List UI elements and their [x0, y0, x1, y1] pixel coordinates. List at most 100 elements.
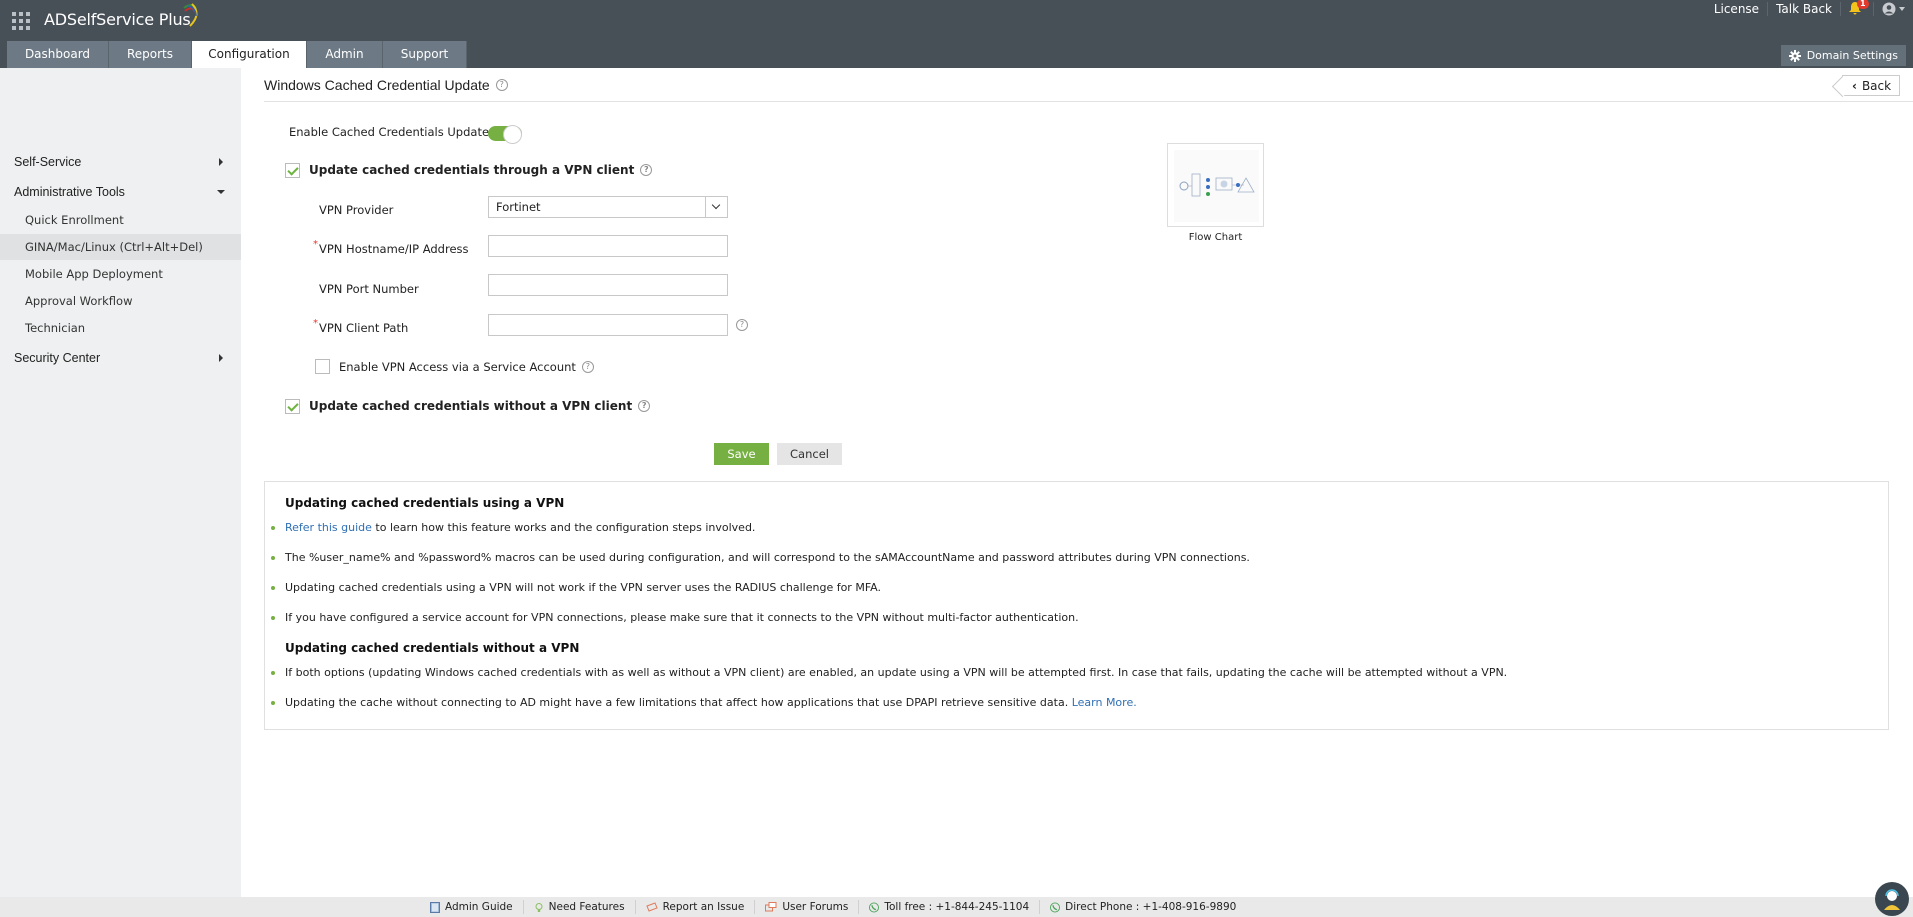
cancel-button[interactable]: Cancel: [777, 443, 842, 465]
sidebar-item-label: GINA/Mac/Linux (Ctrl+Alt+Del): [25, 240, 203, 254]
license-link[interactable]: License: [1706, 2, 1769, 16]
footer-direct-phone: Direct Phone : +1-408-916-9890: [1040, 900, 1246, 914]
sidebar-item-label: Approval Workflow: [25, 294, 133, 308]
help-icon[interactable]: ?: [638, 400, 651, 412]
tab-dashboard[interactable]: Dashboard: [7, 41, 109, 68]
help-icon[interactable]: ?: [640, 164, 653, 176]
save-button[interactable]: Save: [714, 443, 769, 465]
info-item-text: Updating the cache without connecting to…: [285, 696, 1072, 709]
sidebar-item-label: Administrative Tools: [14, 185, 125, 199]
info-item: Refer this guide to learn how this featu…: [270, 521, 756, 534]
help-icon[interactable]: ?: [581, 361, 594, 373]
info-heading-no-vpn: Updating cached credentials without a VP…: [285, 641, 580, 655]
tab-admin[interactable]: Admin: [307, 41, 383, 68]
service-account-label: Enable VPN Access via a Service Account: [339, 360, 576, 374]
notification-badge: 1: [1857, 0, 1869, 9]
forum-icon: [765, 901, 777, 911]
footer-item-label: Report an Issue: [662, 901, 745, 913]
support-chat-button[interactable]: [1875, 882, 1909, 916]
service-account-checkbox[interactable]: [315, 359, 330, 374]
footer-item-label: Direct Phone : +1-408-916-9890: [1065, 901, 1237, 913]
domain-settings-button[interactable]: Domain Settings: [1780, 45, 1906, 66]
book-icon: [430, 901, 440, 913]
vpn-client-label: Update cached credentials through a VPN …: [309, 163, 635, 177]
footer-user-forums[interactable]: User Forums: [755, 900, 860, 914]
user-menu[interactable]: [1874, 2, 1913, 16]
vpn-client-path-label: * VPN Client Path: [313, 318, 409, 335]
sidebar-item-mobile-app-deployment[interactable]: Mobile App Deployment: [0, 261, 241, 287]
enable-cached-credentials-label: Enable Cached Credentials Update: [289, 125, 490, 139]
info-item: If both options (updating Windows cached…: [270, 666, 1508, 679]
vpn-port-input[interactable]: [488, 274, 728, 296]
tab-reports[interactable]: Reports: [109, 41, 192, 68]
sidebar-item-label: Technician: [25, 321, 86, 335]
vpn-hostname-label-text: VPN Hostname/IP Address: [319, 242, 469, 256]
app-grid-icon[interactable]: [12, 12, 30, 30]
flow-chart-caption: Flow Chart: [1188, 232, 1243, 243]
vpn-client-path-input[interactable]: [488, 314, 728, 336]
no-vpn-client-checkbox[interactable]: [285, 399, 300, 414]
chevron-down-icon: [217, 190, 225, 194]
caret-down-icon: [1899, 7, 1905, 11]
info-item: Updating the cache without connecting to…: [271, 696, 1137, 709]
sidebar-item-quick-enrollment[interactable]: Quick Enrollment: [0, 207, 241, 233]
footer-report-issue[interactable]: Report an Issue: [636, 900, 756, 914]
tab-support[interactable]: Support: [383, 41, 467, 68]
vpn-client-checkbox[interactable]: [285, 163, 300, 178]
sidebar-item-security-center[interactable]: Security Center: [0, 345, 241, 371]
page-title: Windows Cached Credential Update ?: [264, 77, 508, 93]
vpn-provider-value: Fortinet: [496, 200, 541, 214]
info-item: If you have configured a service account…: [271, 611, 1079, 624]
flow-chart-diagram-icon: [1179, 173, 1255, 197]
info-item: Updating cached credentials using a VPN …: [271, 581, 881, 594]
sidebar-item-administrative-tools[interactable]: Administrative Tools: [0, 179, 241, 205]
main-tabs: Dashboard Reports Configuration Admin Su…: [7, 41, 467, 68]
vpn-hostname-input[interactable]: [488, 235, 728, 257]
bell-icon: 1: [1849, 0, 1869, 16]
info-item-text: to learn how this feature works and the …: [371, 521, 756, 534]
info-panel: Updating cached credentials using a VPN …: [264, 481, 1889, 730]
footer-need-features[interactable]: Need Features: [524, 900, 636, 914]
sidebar-item-label: Security Center: [14, 351, 101, 365]
footer-item-label: Admin Guide: [445, 901, 513, 913]
top-header: ADSelfService Plus License Talk Back 1 D…: [0, 0, 1913, 68]
notifications-button[interactable]: 1: [1841, 0, 1874, 16]
info-heading-vpn: Updating cached credentials using a VPN: [285, 496, 565, 510]
footer-admin-guide[interactable]: Admin Guide: [420, 900, 524, 914]
title-divider: [264, 101, 1913, 102]
sidebar-item-label: Mobile App Deployment: [25, 267, 163, 281]
flow-chart-thumbnail[interactable]: [1167, 143, 1264, 227]
gear-icon: [1788, 49, 1801, 62]
domain-settings-label: Domain Settings: [1806, 49, 1898, 62]
back-button[interactable]: ‹ Back: [1842, 75, 1901, 96]
refer-guide-link[interactable]: Refer this guide: [285, 521, 372, 534]
sidebar: Self-Service Administrative Tools Quick …: [0, 68, 241, 897]
tab-configuration[interactable]: Configuration: [192, 41, 307, 68]
no-vpn-client-option: Update cached credentials without a VPN …: [309, 399, 651, 413]
help-icon[interactable]: ?: [495, 79, 508, 91]
sidebar-item-self-service[interactable]: Self-Service: [0, 149, 241, 175]
sidebar-item-gina-mac-linux[interactable]: GINA/Mac/Linux (Ctrl+Alt+Del): [0, 234, 241, 260]
footer-item-label: User Forums: [782, 901, 849, 913]
talk-back-link[interactable]: Talk Back: [1768, 2, 1841, 16]
info-item: The %user_name% and %password% macros ca…: [271, 551, 1250, 564]
sidebar-item-approval-workflow[interactable]: Approval Workflow: [0, 288, 241, 314]
app-logo-text[interactable]: ADSelfService Plus: [44, 10, 191, 29]
support-agent-icon: [1884, 889, 1900, 910]
user-avatar-icon: [1882, 2, 1896, 16]
phone-icon: [869, 902, 880, 912]
vpn-provider-select[interactable]: Fortinet: [488, 196, 728, 218]
vpn-client-path-label-text: VPN Client Path: [319, 321, 409, 335]
help-icon[interactable]: ?: [736, 319, 748, 331]
learn-more-link[interactable]: Learn More.: [1072, 696, 1137, 709]
footer-links: Admin Guide Need Features Report an Issu…: [420, 897, 1246, 917]
vpn-port-label: VPN Port Number: [319, 282, 419, 296]
chevron-left-icon: ‹: [1852, 78, 1857, 93]
chevron-down-icon: [705, 197, 727, 217]
enable-cached-credentials-toggle[interactable]: [488, 125, 522, 144]
page-title-text: Windows Cached Credential Update: [264, 77, 490, 93]
footer-bar: Admin Guide Need Features Report an Issu…: [0, 897, 1913, 917]
sidebar-item-technician[interactable]: Technician: [0, 315, 241, 341]
sidebar-item-label: Quick Enrollment: [25, 213, 124, 227]
back-label: Back: [1861, 78, 1892, 93]
